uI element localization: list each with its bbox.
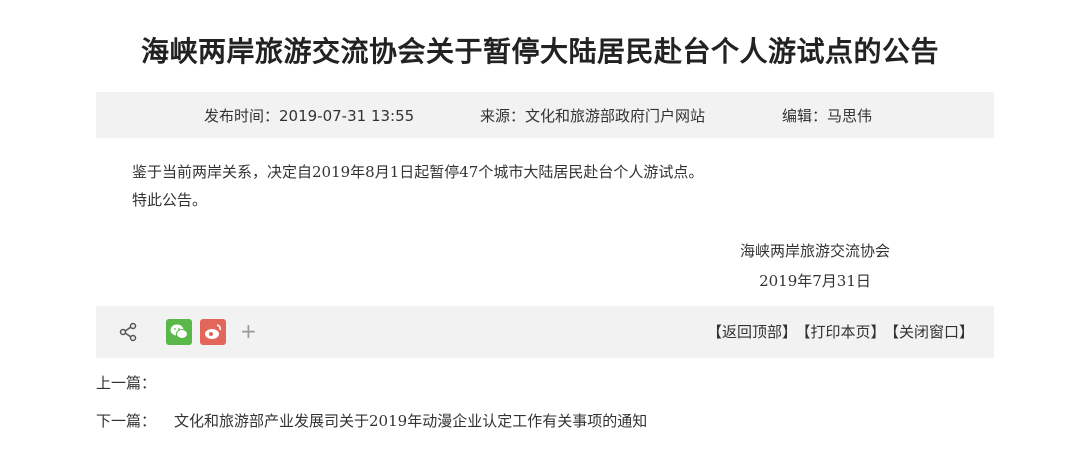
prev-label: 上一篇：: [96, 374, 157, 392]
next-label: 下一篇：: [96, 412, 157, 430]
print-page-link[interactable]: 【打印本页】: [803, 323, 886, 341]
close-window-link[interactable]: 【关闭窗口】: [891, 323, 974, 341]
back-to-top-link[interactable]: 【返回顶部】: [707, 323, 797, 341]
prev-article: 上一篇：: [96, 372, 156, 393]
article-body: 鉴于当前两岸关系，决定自2019年8月1日起暂停47个城市大陆居民赴台个人游试点…: [132, 158, 703, 214]
signature-date: 2019年7月31日: [759, 272, 871, 290]
signature-org: 海峡两岸旅游交流协会: [739, 242, 890, 260]
next-article: 下一篇： 文化和旅游部产业发展司关于2019年动漫企业认定工作有关事项的通知: [96, 410, 647, 431]
page-actions: 【返回顶部】 【打印本页】 【关闭窗口】: [701, 321, 974, 342]
article-meta-bar: 发布时间：2019-07-31 13:55 来源：文化和旅游部政府门户网站 编辑…: [96, 92, 994, 138]
article-title: 海峡两岸旅游交流协会关于暂停大陆居民赴台个人游试点的公告: [140, 35, 939, 68]
body-paragraph: 鉴于当前两岸关系，决定自2019年8月1日起暂停47个城市大陆居民赴台个人游试点…: [132, 163, 704, 181]
share-icon[interactable]: [118, 322, 138, 342]
plus-icon[interactable]: +: [240, 318, 257, 344]
article-editor: 编辑：马思伟: [782, 106, 873, 125]
next-article-link[interactable]: 文化和旅游部产业发展司关于2019年动漫企业认定工作有关事项的通知: [174, 412, 647, 430]
share-toolbar: + 【返回顶部】 【打印本页】 【关闭窗口】: [96, 306, 994, 358]
article-source: 来源：文化和旅游部政府门户网站: [480, 106, 706, 125]
weibo-icon[interactable]: [200, 319, 226, 345]
signature-block: 海峡两岸旅游交流协会 2019年7月31日: [700, 236, 930, 296]
publish-time: 发布时间：2019-07-31 13:55: [204, 106, 415, 125]
body-paragraph: 特此公告。: [132, 191, 208, 209]
wechat-icon[interactable]: [166, 319, 192, 345]
